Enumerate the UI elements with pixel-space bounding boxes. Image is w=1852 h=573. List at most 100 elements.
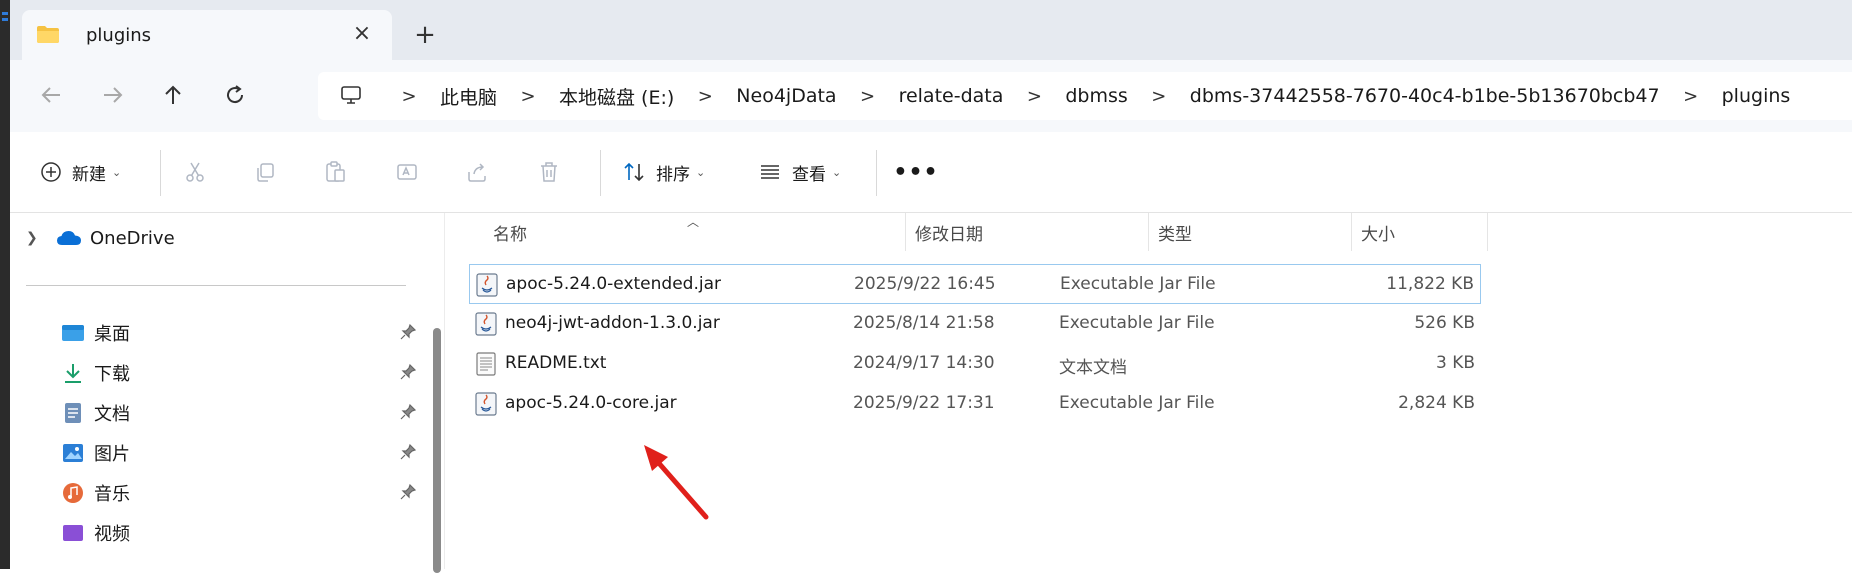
view-button[interactable]: 查看 ⌄	[758, 154, 841, 190]
file-date: 2024/9/17 14:30	[853, 353, 995, 373]
chevron-right-icon[interactable]: ❯	[26, 230, 56, 246]
nav-item-label: 桌面	[94, 324, 130, 345]
desktop-icon	[60, 321, 86, 345]
sort-button[interactable]: 排序 ⌄	[622, 154, 705, 190]
clipboard-icon	[326, 161, 345, 182]
title-bar: plugins × +	[10, 0, 1852, 60]
command-bar: 新建 ⌄ 排序 ⌄ 查看 ⌄ •••	[10, 132, 1852, 212]
file-type: 文本文档	[1059, 358, 1127, 378]
chevron-right-icon[interactable]: >	[837, 86, 899, 107]
nav-item-label: 视频	[94, 524, 130, 545]
new-button[interactable]: 新建 ⌄	[40, 154, 121, 190]
breadcrumb-item[interactable]: dbms-37442558-7670-40c4-b1be-5b13670bcb4…	[1190, 85, 1660, 107]
arrow-left-icon	[41, 87, 60, 103]
pin-icon[interactable]	[400, 364, 416, 380]
pictures-icon	[60, 441, 86, 465]
column-separator[interactable]	[1351, 213, 1352, 251]
nav-item-downloads[interactable]: 下载	[60, 357, 430, 389]
refresh-button[interactable]	[218, 78, 252, 112]
toolbar-separator	[876, 150, 877, 196]
delete-button[interactable]	[534, 157, 564, 187]
file-name: README.txt	[505, 353, 607, 373]
column-header-type[interactable]: 类型	[1158, 213, 1192, 251]
nav-item-documents[interactable]: 文档	[60, 397, 430, 429]
nav-divider	[26, 285, 406, 286]
new-label: 新建	[72, 164, 106, 185]
chevron-right-icon[interactable]: >	[497, 86, 559, 107]
file-row[interactable]: neo4j-jwt-addon-1.3.0.jar 2025/8/14 21:5…	[469, 304, 1481, 344]
column-separator[interactable]	[905, 213, 906, 251]
breadcrumb-item[interactable]: 此电脑	[440, 83, 497, 110]
toolbar-separator	[160, 150, 161, 196]
pin-icon[interactable]	[400, 404, 416, 420]
chevron-down-icon: ⌄	[112, 165, 122, 179]
text-file-icon	[476, 352, 496, 376]
file-size: 3 KB	[1435, 353, 1475, 373]
chevron-right-icon[interactable]: >	[378, 86, 440, 107]
file-row[interactable]: apoc-5.24.0-core.jar 2025/9/22 17:31 Exe…	[469, 384, 1481, 424]
copy-button[interactable]	[250, 157, 280, 187]
rename-button[interactable]	[392, 157, 422, 187]
address-bar[interactable]: > 此电脑 > 本地磁盘 (E:) > Neo4jData > relate-d…	[318, 72, 1852, 120]
file-type: Executable Jar File	[1060, 274, 1216, 294]
share-icon	[468, 163, 486, 182]
download-icon	[60, 361, 86, 385]
back-button[interactable]	[34, 78, 68, 112]
cut-button[interactable]	[180, 157, 210, 187]
plus-circle-icon	[41, 162, 61, 182]
chevron-right-icon[interactable]: >	[674, 86, 736, 107]
close-icon[interactable]: ×	[348, 19, 376, 47]
nav-item-desktop[interactable]: 桌面	[60, 317, 430, 349]
documents-icon	[60, 401, 86, 425]
tab-plugins[interactable]: plugins ×	[22, 10, 392, 60]
nav-item-music[interactable]: 音乐	[60, 477, 430, 509]
arrow-right-icon	[104, 87, 123, 103]
more-options-button[interactable]: •••	[893, 154, 937, 190]
jar-file-icon	[476, 273, 498, 297]
paste-button[interactable]	[320, 157, 350, 187]
breadcrumb-item[interactable]: dbmss	[1065, 85, 1127, 107]
chevron-right-icon[interactable]: >	[1128, 86, 1190, 107]
pin-icon[interactable]	[400, 324, 416, 340]
pin-icon[interactable]	[400, 484, 416, 500]
annotation-arrow-icon	[644, 445, 709, 520]
nav-item-pictures[interactable]: 图片	[60, 437, 430, 469]
copy-icon	[257, 163, 274, 182]
breadcrumb-item[interactable]: relate-data	[899, 85, 1004, 107]
file-date: 2025/8/14 21:58	[853, 313, 995, 333]
file-type: Executable Jar File	[1059, 393, 1215, 413]
share-button[interactable]	[462, 157, 492, 187]
onedrive-label: OneDrive	[90, 227, 175, 249]
file-date: 2025/9/22 16:45	[854, 274, 996, 294]
up-button[interactable]	[156, 78, 190, 112]
chevron-right-icon[interactable]: >	[1003, 86, 1065, 107]
column-separator[interactable]	[1148, 213, 1149, 251]
file-row[interactable]: README.txt 2024/9/17 14:30 文本文档 3 KB	[469, 344, 1481, 384]
pin-icon[interactable]	[400, 444, 416, 460]
nav-item-videos[interactable]: 视频	[60, 517, 430, 549]
nav-scrollbar[interactable]	[433, 328, 441, 573]
breadcrumb: > 此电脑 > 本地磁盘 (E:) > Neo4jData > relate-d…	[378, 72, 1790, 120]
column-separator[interactable]	[1487, 213, 1488, 251]
address-row: > 此电脑 > 本地磁盘 (E:) > Neo4jData > relate-d…	[10, 60, 1852, 132]
column-header-size[interactable]: 大小	[1361, 213, 1395, 251]
column-header-name[interactable]: 名称	[493, 213, 527, 251]
forward-button[interactable]	[96, 78, 130, 112]
column-header-date[interactable]: 修改日期	[915, 213, 983, 251]
left-window-edge	[0, 0, 10, 569]
breadcrumb-item[interactable]: Neo4jData	[736, 85, 836, 107]
trash-icon	[541, 162, 557, 182]
sort-label: 排序	[656, 164, 690, 185]
scissors-icon	[186, 162, 204, 182]
file-date: 2025/9/22 17:31	[853, 393, 995, 413]
videos-icon	[60, 521, 86, 545]
new-tab-button[interactable]: +	[410, 20, 440, 50]
breadcrumb-item-current[interactable]: plugins	[1722, 85, 1791, 107]
file-row[interactable]: apoc-5.24.0-extended.jar 2025/9/22 16:45…	[469, 264, 1481, 304]
file-size: 526 KB	[1414, 313, 1475, 333]
chevron-right-icon[interactable]: >	[1660, 86, 1722, 107]
nav-item-onedrive[interactable]: ❯ OneDrive	[26, 223, 175, 253]
folder-icon	[37, 26, 59, 43]
breadcrumb-item[interactable]: 本地磁盘 (E:)	[559, 83, 674, 110]
navigation-pane: ❯ OneDrive 桌面 下载 文档 图片 音乐 视频	[10, 213, 444, 573]
